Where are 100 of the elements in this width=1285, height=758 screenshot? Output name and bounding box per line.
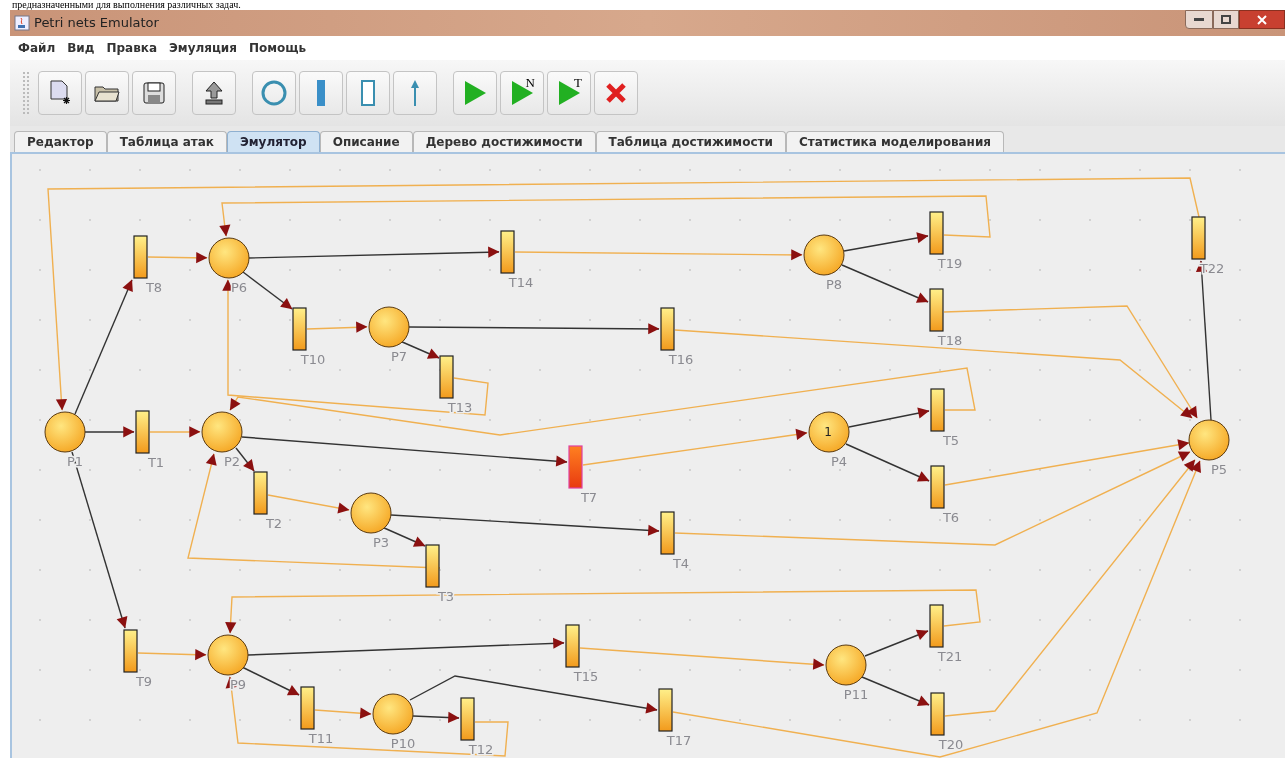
- tab[interactable]: Описание: [319, 131, 413, 152]
- transition-label: T16: [668, 352, 694, 367]
- toolbar-button[interactable]: [85, 71, 129, 115]
- transition-bar[interactable]: [123, 629, 138, 673]
- toolbar-button[interactable]: [252, 71, 296, 115]
- menu-item[interactable]: Правка: [106, 39, 158, 57]
- arrow-up-icon: [410, 79, 420, 107]
- transition-bar[interactable]: [133, 235, 148, 279]
- maximize-icon: [1221, 15, 1231, 24]
- transition-bar[interactable]: [135, 410, 150, 454]
- transition-bar[interactable]: [929, 211, 944, 255]
- circle-icon: [261, 80, 287, 106]
- transition-label: T15: [573, 669, 599, 684]
- transition-label: T1: [147, 455, 165, 470]
- place-node[interactable]: [207, 634, 249, 676]
- play-icon: [463, 80, 487, 106]
- place-node[interactable]: [808, 411, 850, 453]
- toolbar-button[interactable]: N: [500, 71, 544, 115]
- arc-arrow: [137, 648, 207, 661]
- tab[interactable]: Таблица достижимости: [595, 131, 786, 152]
- tab[interactable]: Дерево достижимости: [412, 131, 596, 152]
- place-node[interactable]: [208, 237, 250, 279]
- place-label: P3: [372, 535, 390, 550]
- cross-icon: [605, 82, 627, 104]
- transition-bar[interactable]: [660, 307, 675, 351]
- place-node[interactable]: [803, 234, 845, 276]
- stop-button[interactable]: [594, 71, 638, 115]
- empty-bar-icon: [360, 79, 376, 107]
- menu-item[interactable]: Вид: [67, 39, 95, 57]
- transition-bar[interactable]: [253, 471, 268, 515]
- menu-item[interactable]: Помощь: [249, 39, 307, 57]
- place-node[interactable]: [1188, 419, 1230, 461]
- folder-icon: [94, 83, 120, 103]
- transition-label: T17: [666, 733, 692, 748]
- minimize-icon: [1194, 17, 1204, 22]
- transition-label: T11: [308, 731, 334, 746]
- place-label: P8: [825, 277, 843, 292]
- arc-arrow: [149, 426, 201, 438]
- place-label: P2: [223, 454, 241, 469]
- transition-bar[interactable]: [565, 624, 580, 668]
- toolbar-button[interactable]: T: [547, 71, 591, 115]
- menu-item[interactable]: Эмуляция: [169, 39, 237, 57]
- token-count: 1: [824, 425, 832, 439]
- place-node[interactable]: [201, 411, 243, 453]
- tab[interactable]: Эмулятор: [227, 131, 320, 152]
- transition-label: T8: [145, 280, 163, 295]
- place-node[interactable]: [368, 306, 410, 348]
- place-label: P5: [1210, 462, 1228, 477]
- transition-label: T20: [938, 737, 964, 752]
- toolbar-button[interactable]: [132, 71, 176, 115]
- toolbar-grip[interactable]: [22, 71, 30, 115]
- maximize-button[interactable]: [1213, 10, 1239, 29]
- transition-bar[interactable]: [660, 511, 675, 555]
- transition-label: T6: [942, 510, 960, 525]
- transition-bar[interactable]: [425, 544, 440, 588]
- toolbar-button[interactable]: [192, 71, 236, 115]
- transition-bar[interactable]: [292, 307, 307, 351]
- close-button[interactable]: [1239, 10, 1285, 29]
- upload-icon: [204, 81, 224, 105]
- transition-bar[interactable]: [929, 288, 944, 332]
- window-title: Petri nets Emulator: [34, 14, 159, 33]
- java-cup-icon: [14, 15, 30, 31]
- transition-bar[interactable]: [930, 388, 945, 432]
- new-document-icon: [49, 80, 71, 106]
- tab[interactable]: Статистика моделирования: [785, 131, 1004, 152]
- tab[interactable]: Таблица атак: [106, 131, 227, 152]
- transition-label: T7: [580, 490, 598, 505]
- place-label: P7: [390, 349, 408, 364]
- transition-bar[interactable]: [439, 355, 454, 399]
- transition-label: T9: [135, 674, 153, 689]
- transition-bar[interactable]: [1191, 216, 1206, 260]
- transition-label: T18: [937, 333, 963, 348]
- transition-bar[interactable]: [929, 604, 944, 648]
- transition-label: T10: [300, 352, 326, 367]
- minimize-button[interactable]: [1185, 10, 1213, 29]
- filled-bar-icon: [316, 79, 326, 107]
- toolbar-button[interactable]: [393, 71, 437, 115]
- place-node[interactable]: [825, 644, 867, 686]
- transition-bar[interactable]: [930, 465, 945, 509]
- transition-label: T2: [265, 516, 283, 531]
- transition-label: T12: [468, 742, 494, 757]
- transition-bar[interactable]: [460, 697, 475, 741]
- transition-bar[interactable]: [930, 692, 945, 736]
- place-node[interactable]: [372, 693, 414, 735]
- play-icon: [557, 80, 581, 106]
- close-icon: [1257, 14, 1267, 25]
- place-label: P4: [830, 454, 848, 469]
- place-label: P6: [230, 280, 248, 295]
- transition-bar[interactable]: [300, 686, 315, 730]
- transition-bar[interactable]: [658, 688, 673, 732]
- menu-item[interactable]: Файл: [18, 39, 56, 57]
- transition-label: T21: [937, 649, 963, 664]
- place-node[interactable]: [350, 492, 392, 534]
- tab[interactable]: Редактор: [14, 131, 107, 152]
- arc-arrow: [84, 426, 135, 438]
- transition-bar[interactable]: [500, 230, 515, 274]
- transition-label: T13: [447, 400, 473, 415]
- place-node[interactable]: [44, 411, 86, 453]
- place-label: P10: [390, 736, 416, 751]
- toolbar-button[interactable]: [346, 71, 390, 115]
